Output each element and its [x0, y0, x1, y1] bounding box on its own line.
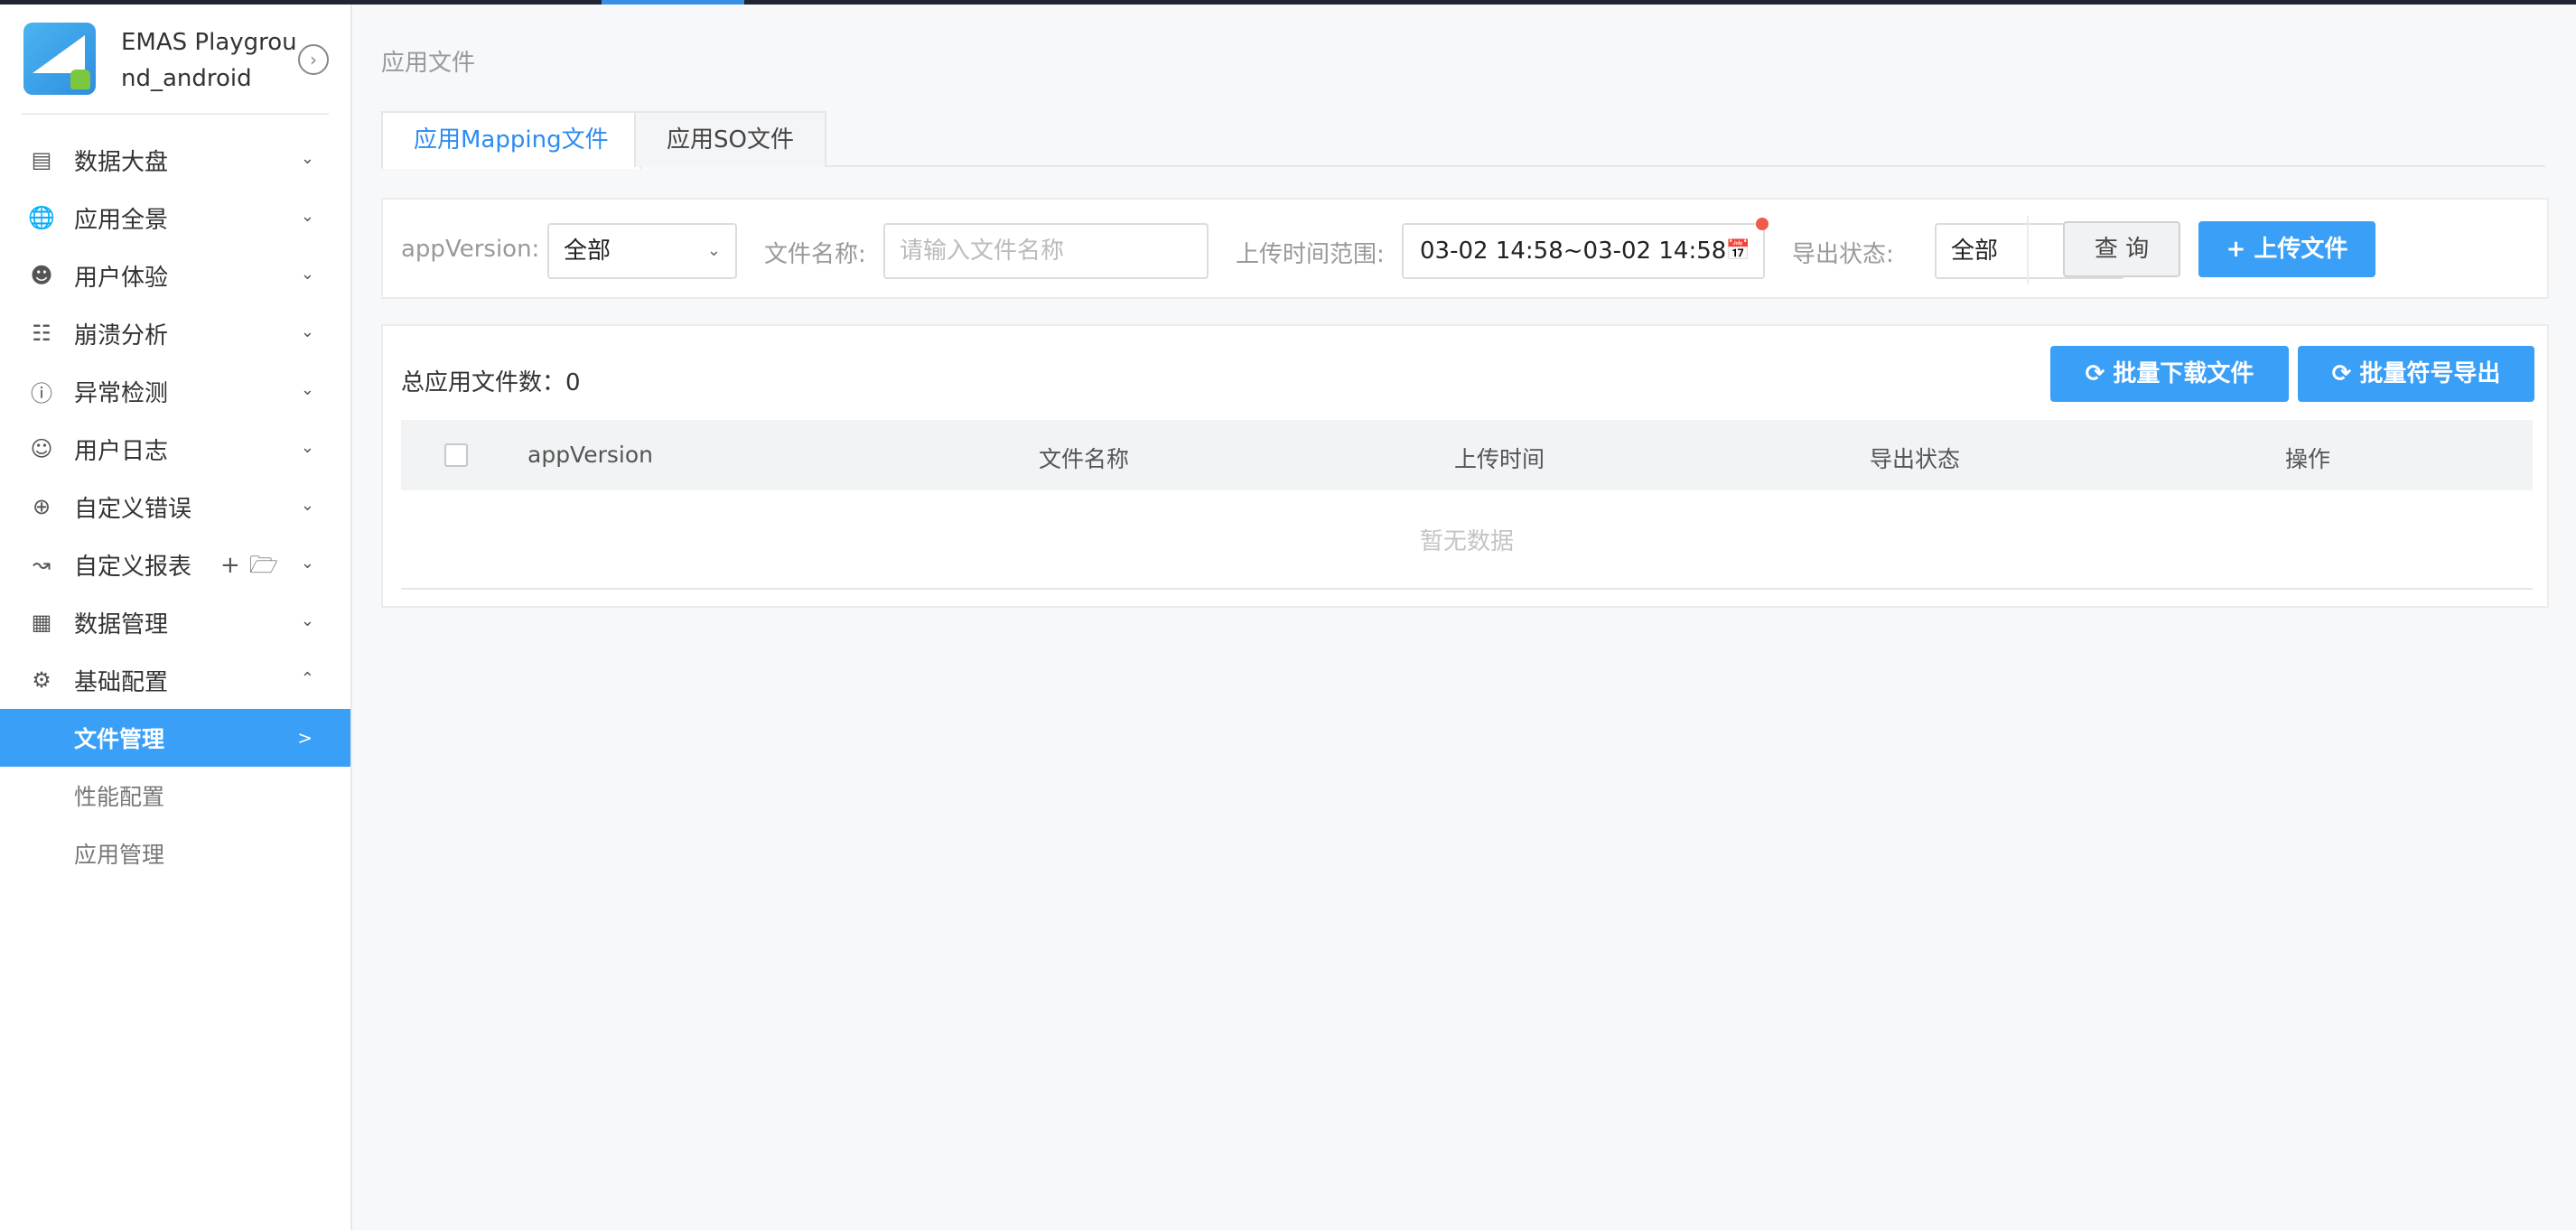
batch-export-label: 批量符号导出 — [2359, 360, 2501, 387]
column-header: 操作 — [2285, 446, 2331, 472]
app-logo — [23, 23, 96, 95]
sidebar-item-label: 崩溃分析 — [74, 321, 169, 349]
sidebar-item-label: 用户日志 — [74, 437, 169, 465]
tab-mapping-files[interactable]: 应用Mapping文件 — [381, 111, 641, 169]
column-header[interactable]: 文件名称 — [1039, 442, 1129, 474]
chevron-down-icon: ⌄ — [300, 496, 314, 515]
main-content: 应用文件 应用Mapping文件 应用SO文件 appVersion: 全部 ⌄… — [352, 5, 2576, 1230]
sidebar-item-label: 数据大盘 — [74, 148, 169, 176]
batch-export-button[interactable]: ⟳ 批量符号导出 — [2298, 346, 2534, 402]
table-header: appVersion 文件名称 上传时间 导出状态 操作 — [401, 420, 2533, 490]
sidebar-subitem-file-management[interactable]: 文件管理 > — [0, 709, 350, 767]
export-status-value: 全部 — [1951, 238, 1999, 265]
tab-so-files[interactable]: 应用SO文件 — [634, 111, 826, 167]
export-status-label: 导出状态: — [1792, 241, 1894, 268]
sidebar-item-label: 异常检测 — [74, 379, 169, 407]
sidebar-item-user-experience[interactable]: ☻ 用户体验 ⌄ — [0, 247, 350, 304]
column-header[interactable]: appVersion — [527, 442, 653, 468]
app-version-value: 全部 — [564, 238, 611, 265]
chevron-down-icon: ⌄ — [300, 322, 314, 341]
page-title: 应用文件 — [381, 50, 476, 77]
sidebar-item-label: 应用全景 — [74, 206, 169, 234]
chevron-right-icon: > — [297, 727, 313, 749]
file-list-panel: 总应用文件数：0 ⟳ 批量下载文件 ⟳ 批量符号导出 appVersion 文件… — [381, 324, 2549, 608]
sidebar-item-app-overview[interactable]: 🌐 应用全景 ⌄ — [0, 189, 350, 247]
user-log-icon: ☺ — [30, 436, 53, 461]
select-all-checkbox[interactable] — [444, 443, 468, 467]
sidebar-item-custom-report[interactable]: ↝ 自定义报表 +🗁 ⌄ — [0, 536, 350, 593]
sidebar-menu: ▤ 数据大盘 ⌄ 🌐 应用全景 ⌄ ☻ 用户体验 ⌄ ☷ 崩溃分析 ⌄ ⓘ 异常… — [0, 131, 350, 882]
sidebar-item-crash-analysis[interactable]: ☷ 崩溃分析 ⌄ — [0, 304, 350, 362]
upload-time-range-label: 上传时间范围: — [1236, 241, 1385, 268]
sidebar-subitem-label: 应用管理 — [74, 842, 165, 868]
sidebar-subitem-performance-config[interactable]: 性能配置 — [0, 767, 350, 825]
refresh-icon: ⟳ — [2331, 360, 2352, 387]
tab-bar: 应用Mapping文件 应用SO文件 — [381, 111, 2545, 169]
time-separator: ~ — [1563, 238, 1583, 265]
document-icon: ☷ — [32, 321, 51, 346]
globe-icon: 🌐 — [28, 205, 55, 230]
chevron-down-icon: ⌄ — [300, 554, 314, 573]
app-version-label: appVersion: — [401, 236, 540, 263]
table-bottom-border — [401, 588, 2533, 590]
calendar-icon: 📅 — [1725, 239, 1750, 262]
filter-panel: appVersion: 全部 ⌄ 文件名称: 上传时间范围: 03-02 14:… — [381, 198, 2549, 299]
sidebar-item-label: 用户体验 — [74, 264, 169, 292]
sidebar-item-label: 自定义报表 — [74, 553, 192, 581]
sidebar-item-label: 自定义错误 — [74, 495, 192, 523]
app-version-select[interactable]: 全部 ⌄ — [547, 223, 737, 279]
total-file-count: 总应用文件数：0 — [401, 369, 581, 396]
chart-icon: ↝ — [32, 552, 51, 577]
sidebar-item-custom-error[interactable]: ⊕ 自定义错误 ⌄ — [0, 478, 350, 536]
sidebar-subitem-app-management[interactable]: 应用管理 — [0, 825, 350, 882]
database-icon: ▦ — [31, 610, 52, 635]
sidebar-item-basic-config[interactable]: ⚙ 基础配置 ⌃ — [0, 651, 350, 709]
app-header: EMAS Playground_android › — [22, 5, 329, 115]
sidebar-item-label: 基础配置 — [74, 668, 169, 696]
notification-dot — [1756, 218, 1769, 230]
file-name-label: 文件名称: — [764, 241, 866, 268]
time-start: 03-02 14:58 — [1420, 238, 1563, 265]
sidebar: EMAS Playground_android › ▤ 数据大盘 ⌄ 🌐 应用全… — [0, 5, 352, 1230]
batch-download-button[interactable]: ⟳ 批量下载文件 — [2050, 346, 2289, 402]
refresh-icon: ⟳ — [2085, 360, 2105, 387]
add-report-icon[interactable]: +🗁 — [220, 548, 287, 588]
batch-download-label: 批量下载文件 — [2113, 360, 2254, 387]
sidebar-item-label: 数据管理 — [74, 610, 169, 638]
time-end: 03-02 14:58 — [1582, 238, 1727, 265]
chevron-down-icon: ⌄ — [300, 265, 314, 284]
sidebar-subitem-label: 文件管理 — [74, 726, 165, 752]
chevron-down-icon: ⌄ — [300, 149, 314, 168]
chevron-down-icon: ⌄ — [300, 438, 314, 457]
chevron-down-icon: ⌄ — [300, 611, 314, 630]
chevron-down-icon: ⌄ — [300, 207, 314, 226]
filter-divider — [2027, 216, 2029, 284]
user-icon: ☻ — [30, 263, 53, 288]
app-name: EMAS Playground_android — [121, 29, 297, 92]
settings-icon: ⚙ — [32, 667, 51, 693]
chevron-up-icon: ⌃ — [300, 669, 314, 688]
column-header[interactable]: 导出状态 — [1870, 442, 1960, 474]
column-header[interactable]: 上传时间 — [1454, 442, 1545, 474]
sidebar-subitem-label: 性能配置 — [74, 784, 165, 810]
sidebar-item-exception-detection[interactable]: ⓘ 异常检测 ⌄ — [0, 362, 350, 420]
chevron-down-icon: ⌄ — [706, 241, 721, 260]
sidebar-item-user-log[interactable]: ☺ 用户日志 ⌄ — [0, 420, 350, 478]
dashboard-icon: ▤ — [31, 147, 52, 172]
upload-time-range-picker[interactable]: 03-02 14:58~03-02 14:58 📅 — [1402, 218, 1769, 279]
target-icon: ⊕ — [32, 494, 51, 519]
empty-state-text: 暂无数据 — [1419, 528, 1514, 555]
file-name-input[interactable] — [883, 223, 1209, 279]
alert-icon: ⓘ — [31, 380, 52, 406]
sidebar-item-data-management[interactable]: ▦ 数据管理 ⌄ — [0, 593, 350, 651]
upload-file-button[interactable]: + 上传文件 — [2198, 221, 2375, 277]
android-icon — [70, 70, 90, 89]
app-switch-icon[interactable]: › — [298, 44, 329, 75]
sidebar-item-dashboard[interactable]: ▤ 数据大盘 ⌄ — [0, 131, 350, 189]
chevron-down-icon: ⌄ — [300, 380, 314, 399]
query-button[interactable]: 查 询 — [2063, 221, 2180, 277]
